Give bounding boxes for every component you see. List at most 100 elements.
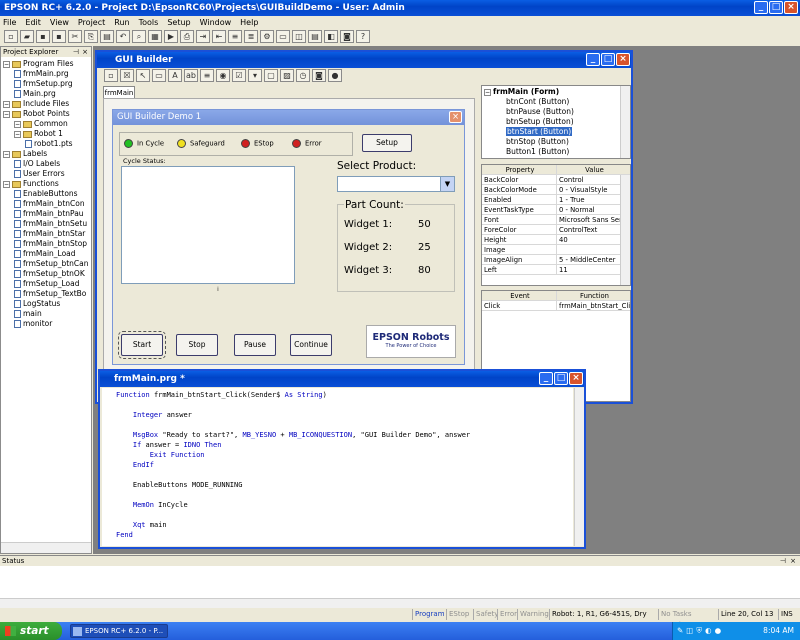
tree-item[interactable]: frmMain_btnStar — [3, 229, 91, 239]
code-line[interactable] — [116, 490, 573, 500]
tree-item[interactable]: EnableButtons — [3, 189, 91, 199]
maximize-button[interactable]: □ — [769, 1, 783, 14]
tree-item[interactable]: frmMain.prg — [3, 69, 91, 79]
control-tree-root[interactable]: − frmMain (Form) — [484, 87, 630, 97]
menu-tools[interactable]: Tools — [139, 18, 159, 27]
properties-panel[interactable]: Property Value BackColor Control BackColorM… — [481, 164, 631, 286]
expand-icon[interactable]: − — [3, 100, 10, 108]
delete-form-icon[interactable]: ☒ — [120, 69, 134, 82]
menu-setup[interactable]: Setup — [167, 18, 190, 27]
listbox-tool-icon[interactable]: ≡ — [200, 69, 214, 82]
tree-item[interactable]: − Robot 1 — [3, 129, 91, 139]
run-icon[interactable]: ▶ — [164, 30, 178, 43]
code-line[interactable]: EndIf — [116, 460, 573, 470]
tree-item[interactable]: frmMain_btnSetu — [3, 219, 91, 229]
gui-builder-maximize-button[interactable]: □ — [601, 53, 615, 66]
expand-icon[interactable]: − — [14, 130, 21, 138]
control-tree-item[interactable]: btnStart (Button) — [484, 127, 630, 137]
taskbar-task-button[interactable]: EPSON RC+ 6.2.0 - P... — [70, 624, 168, 638]
tree-item[interactable]: frmSetup_btnOK — [3, 269, 91, 279]
tree-item[interactable]: frmSetup_btnCan — [3, 259, 91, 269]
product-select[interactable]: ▼ — [337, 176, 455, 192]
menu-edit[interactable]: Edit — [25, 18, 41, 27]
save-all-icon[interactable]: ▪ — [52, 30, 66, 43]
menu-window[interactable]: Window — [200, 18, 232, 27]
editor-scrollbar[interactable] — [574, 388, 584, 546]
expand-icon[interactable]: − — [484, 88, 491, 96]
property-row[interactable]: Height 40 — [482, 235, 630, 245]
property-row[interactable]: Enabled 1 - True — [482, 195, 630, 205]
frame-tool-icon[interactable]: ▢ — [264, 69, 278, 82]
pause-button[interactable]: Pause — [234, 334, 276, 356]
property-row[interactable]: EventTaskType 0 - Normal — [482, 205, 630, 215]
open-folder-icon[interactable]: ▰ — [20, 30, 34, 43]
menu-file[interactable]: File — [3, 18, 16, 27]
control-tree-panel[interactable]: − frmMain (Form) btnCont (Button) btnPause … — [481, 85, 631, 159]
dropdown-arrow-icon[interactable]: ▼ — [440, 177, 454, 191]
expand-icon[interactable]: − — [3, 180, 10, 188]
tray-icon[interactable]: ✎ — [677, 626, 683, 635]
form-tab[interactable]: frmMain — [103, 86, 135, 98]
combobox-tool-icon[interactable]: ▾ — [248, 69, 262, 82]
property-row[interactable]: Font Microsoft Sans Serif, 8 — [482, 215, 630, 225]
picture-tool-icon[interactable]: ▨ — [280, 69, 294, 82]
tray-status-icon[interactable]: ● — [715, 626, 722, 635]
indent-icon[interactable]: ⇥ — [196, 30, 210, 43]
tree-item[interactable]: LogStatus — [3, 299, 91, 309]
tree-item[interactable]: Main.prg — [3, 89, 91, 99]
code-line[interactable] — [116, 510, 573, 520]
textbox-tool-icon[interactable]: ab — [184, 69, 198, 82]
editor-close-button[interactable]: × — [569, 372, 583, 385]
menu-view[interactable]: View — [50, 18, 69, 27]
property-row[interactable]: ForeColor ControlText — [482, 225, 630, 235]
expand-icon[interactable]: − — [3, 60, 10, 68]
code-line[interactable]: Exit Function — [116, 450, 573, 460]
help-icon[interactable]: ? — [356, 30, 370, 43]
menu-project[interactable]: Project — [78, 18, 105, 27]
start-button[interactable]: Start — [118, 331, 166, 359]
tray-security-icon[interactable]: ⛨ — [696, 626, 702, 635]
code-line[interactable]: Function frmMain_btnStart_Click(Sender$ … — [116, 390, 573, 400]
camera-tool-icon[interactable]: ◙ — [312, 69, 326, 82]
build-icon[interactable]: ▦ — [148, 30, 162, 43]
menu-help[interactable]: Help — [240, 18, 258, 27]
copy-icon[interactable]: ⎘ — [84, 30, 98, 43]
new-form-icon[interactable]: ▫ — [104, 69, 118, 82]
splitter-handle[interactable]: ⁞ — [217, 286, 219, 293]
editor-maximize-button[interactable]: □ — [554, 372, 568, 385]
control-tree-item[interactable]: btnCont (Button) — [484, 97, 630, 107]
tree-item[interactable]: frmMain_btnStop — [3, 239, 91, 249]
property-row[interactable]: Image — [482, 245, 630, 255]
expand-icon[interactable]: − — [3, 110, 10, 118]
cut-icon[interactable]: ✂ — [68, 30, 82, 43]
led-tool-icon[interactable]: ● — [328, 69, 342, 82]
paste-icon[interactable]: ▤ — [100, 30, 114, 43]
pointer-icon[interactable]: ↖ — [136, 69, 150, 82]
tree-item[interactable]: − Include Files — [3, 99, 91, 109]
code-line[interactable]: Integer answer — [116, 410, 573, 420]
simulator-icon[interactable]: ◧ — [324, 30, 338, 43]
tree-item[interactable]: User Errors — [3, 169, 91, 179]
code-line[interactable]: If answer = IDNO Then — [116, 440, 573, 450]
event-function[interactable]: frmMain_btnStart_Click — [557, 301, 630, 310]
status-pin-icon[interactable]: ⊣ — [780, 556, 786, 566]
horizontal-scrollbar[interactable] — [1, 542, 91, 553]
tree-item[interactable]: I/O Labels — [3, 159, 91, 169]
comment-icon[interactable]: ≡ — [228, 30, 242, 43]
control-tree-scrollbar[interactable] — [620, 86, 630, 158]
tree-item[interactable]: frmSetup.prg — [3, 79, 91, 89]
uncomment-icon[interactable]: ≣ — [244, 30, 258, 43]
tree-item[interactable]: frmSetup_TextBo — [3, 289, 91, 299]
robot-manager-icon[interactable]: ⚙ — [260, 30, 274, 43]
expand-icon[interactable]: − — [14, 120, 21, 128]
properties-scrollbar[interactable] — [620, 175, 630, 285]
timer-tool-icon[interactable]: ◷ — [296, 69, 310, 82]
cycle-status-listbox[interactable] — [121, 166, 295, 284]
save-icon[interactable]: ▪ — [36, 30, 50, 43]
property-row[interactable]: ImageAlign 5 - MiddleCenter — [482, 255, 630, 265]
status-close-icon[interactable]: × — [790, 556, 796, 566]
camera-icon[interactable]: ◙ — [340, 30, 354, 43]
continue-button[interactable]: Continue — [290, 334, 332, 356]
control-tree-item[interactable]: btnPause (Button) — [484, 107, 630, 117]
tree-item[interactable]: frmMain_btnCon — [3, 199, 91, 209]
